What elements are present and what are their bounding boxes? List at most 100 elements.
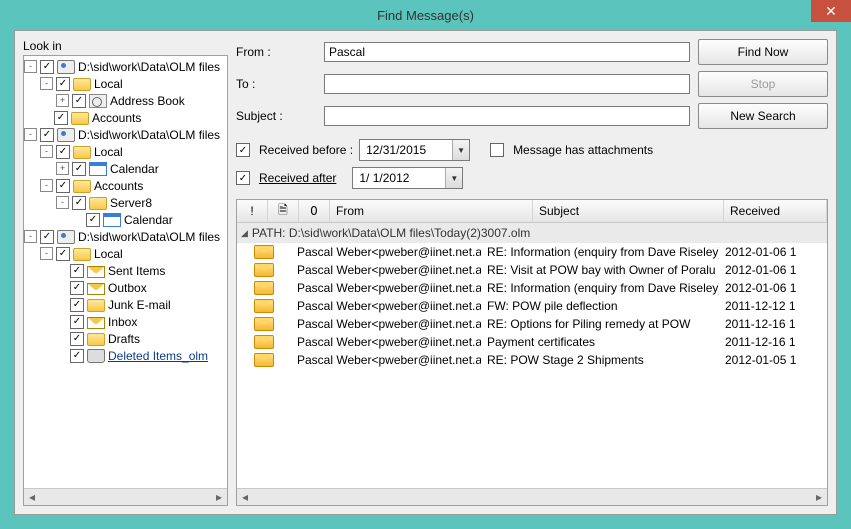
- close-button[interactable]: ✕: [811, 0, 851, 22]
- expand-icon[interactable]: -: [24, 230, 37, 243]
- expand-icon[interactable]: -: [40, 77, 53, 90]
- scroll-left-icon[interactable]: ◂: [24, 489, 40, 505]
- received-after-picker[interactable]: 1/ 1/2012 ▼: [352, 167, 463, 189]
- tree-hscrollbar[interactable]: ◂ ▸: [24, 488, 227, 505]
- new-search-button[interactable]: New Search: [698, 103, 828, 129]
- to-input[interactable]: [324, 74, 690, 94]
- col-attachment-icon[interactable]: 🗎: [268, 200, 299, 222]
- cell-from: Pascal Weber<pweber@iinet.net.au>: [291, 299, 481, 313]
- tree-checkbox[interactable]: ✓: [54, 111, 68, 125]
- message-row[interactable]: Pascal Weber<pweber@iinet.net.au>FW: POW…: [237, 297, 827, 315]
- expand-icon[interactable]: +: [56, 162, 69, 175]
- expand-icon: [56, 316, 67, 327]
- tree-node[interactable]: ✓Calendar: [24, 211, 227, 228]
- attachments-checkbox[interactable]: ✓: [490, 143, 504, 157]
- message-row[interactable]: Pascal Weber<pweber@iinet.net.au>RE: POW…: [237, 351, 827, 369]
- expand-icon[interactable]: -: [40, 179, 53, 192]
- from-input[interactable]: [324, 42, 690, 62]
- tree-checkbox[interactable]: ✓: [56, 179, 70, 193]
- tree-checkbox[interactable]: ✓: [70, 264, 84, 278]
- tree-node[interactable]: ✓Drafts: [24, 330, 227, 347]
- tree-node[interactable]: ✓ Outbox: [24, 279, 227, 296]
- received-before-value: 12/31/2015: [360, 143, 452, 157]
- expand-icon[interactable]: -: [24, 60, 37, 73]
- results-hscrollbar[interactable]: ◂ ▸: [237, 488, 827, 505]
- tree-checkbox[interactable]: ✓: [56, 77, 70, 91]
- subject-input[interactable]: [324, 106, 690, 126]
- tree-node[interactable]: +✓Calendar: [24, 160, 227, 177]
- tree-checkbox[interactable]: ✓: [86, 213, 100, 227]
- tree-node[interactable]: ✓Accounts: [24, 109, 227, 126]
- db-icon: [57, 60, 75, 74]
- tree-checkbox[interactable]: ✓: [72, 162, 86, 176]
- tree-node[interactable]: -✓Accounts: [24, 177, 227, 194]
- tree-checkbox[interactable]: ✓: [56, 145, 70, 159]
- message-row[interactable]: Pascal Weber<pweber@iinet.net.au>Payment…: [237, 333, 827, 351]
- tree-checkbox[interactable]: ✓: [72, 196, 86, 210]
- dropdown-icon[interactable]: ▼: [445, 168, 462, 188]
- tree-node[interactable]: ✓ Sent Items: [24, 262, 227, 279]
- look-in-panel: Look in -✓D:\sid\work\Data\OLM files-✓Lo…: [23, 39, 228, 506]
- mail-icon: [254, 245, 274, 259]
- expand-icon: [56, 265, 67, 276]
- received-before-picker[interactable]: 12/31/2015 ▼: [359, 139, 470, 161]
- dropdown-icon[interactable]: ▼: [452, 140, 469, 160]
- expand-icon[interactable]: -: [24, 128, 37, 141]
- tree-node[interactable]: -✓Local: [24, 75, 227, 92]
- folder-tree[interactable]: -✓D:\sid\work\Data\OLM files-✓Local+✓Add…: [24, 56, 227, 505]
- message-rows: Pascal Weber<pweber@iinet.net.au>RE: Inf…: [237, 243, 827, 369]
- tree-checkbox[interactable]: ✓: [70, 349, 84, 363]
- tree-node[interactable]: -✓D:\sid\work\Data\OLM files: [24, 58, 227, 75]
- message-row[interactable]: Pascal Weber<pweber@iinet.net.au>RE: Vis…: [237, 261, 827, 279]
- tree-checkbox[interactable]: ✓: [70, 315, 84, 329]
- expand-icon[interactable]: -: [40, 247, 53, 260]
- tree-node[interactable]: ✓Deleted Items_olm: [24, 347, 227, 364]
- col-from[interactable]: From: [330, 200, 533, 222]
- tree-checkbox[interactable]: ✓: [70, 332, 84, 346]
- group-header[interactable]: ◢ PATH: D:\sid\work\Data\OLM files\Today…: [237, 223, 827, 243]
- cal-icon: [103, 213, 121, 227]
- tree-node[interactable]: -✓Local: [24, 143, 227, 160]
- collapse-icon[interactable]: ◢: [241, 228, 248, 239]
- tree-node[interactable]: ✓Junk E-mail: [24, 296, 227, 313]
- tree-label: Outbox: [108, 281, 147, 295]
- book-icon: [89, 94, 107, 108]
- expand-icon[interactable]: +: [56, 94, 69, 107]
- scroll-right-icon[interactable]: ▸: [811, 489, 827, 505]
- received-after-checkbox[interactable]: ✓: [236, 171, 250, 185]
- window-title: Find Message(s): [0, 8, 851, 23]
- subject-label: Subject :: [236, 109, 316, 123]
- tree-checkbox[interactable]: ✓: [40, 60, 54, 74]
- tree-checkbox[interactable]: ✓: [70, 298, 84, 312]
- tree-node[interactable]: -✓D:\sid\work\Data\OLM files: [24, 126, 227, 143]
- col-subject[interactable]: Subject: [533, 200, 724, 222]
- tree-label: Sent Items: [108, 264, 165, 278]
- results-list: ! 🗎 𝟢 From Subject Received ◢ PATH: D:\s…: [236, 199, 828, 506]
- tree-node[interactable]: +✓Address Book: [24, 92, 227, 109]
- tree-checkbox[interactable]: ✓: [70, 281, 84, 295]
- tree-checkbox[interactable]: ✓: [40, 128, 54, 142]
- tree-checkbox[interactable]: ✓: [72, 94, 86, 108]
- tree-node[interactable]: -✓Server8: [24, 194, 227, 211]
- expand-icon[interactable]: -: [40, 145, 53, 158]
- cell-received: 2011-12-16 1: [719, 335, 827, 349]
- tree-node[interactable]: ✓Inbox: [24, 313, 227, 330]
- db-icon: [57, 230, 75, 244]
- message-row[interactable]: Pascal Weber<pweber@iinet.net.au>RE: Opt…: [237, 315, 827, 333]
- tree-checkbox[interactable]: ✓: [56, 247, 70, 261]
- find-now-button[interactable]: Find Now: [698, 39, 828, 65]
- col-clip-icon[interactable]: 𝟢: [299, 200, 330, 222]
- tree-checkbox[interactable]: ✓: [40, 230, 54, 244]
- col-priority[interactable]: !: [237, 200, 268, 222]
- tree-node[interactable]: -✓Local: [24, 245, 227, 262]
- col-received[interactable]: Received: [724, 200, 827, 222]
- cell-subject: Payment certificates: [481, 335, 719, 349]
- scroll-right-icon[interactable]: ▸: [211, 489, 227, 505]
- message-row[interactable]: Pascal Weber<pweber@iinet.net.au>RE: Inf…: [237, 279, 827, 297]
- received-before-checkbox[interactable]: ✓: [236, 143, 250, 157]
- tree-node[interactable]: -✓D:\sid\work\Data\OLM files: [24, 228, 227, 245]
- scroll-left-icon[interactable]: ◂: [237, 489, 253, 505]
- expand-icon[interactable]: -: [56, 196, 69, 209]
- message-row[interactable]: Pascal Weber<pweber@iinet.net.au>RE: Inf…: [237, 243, 827, 261]
- client-area: Look in -✓D:\sid\work\Data\OLM files-✓Lo…: [14, 30, 837, 515]
